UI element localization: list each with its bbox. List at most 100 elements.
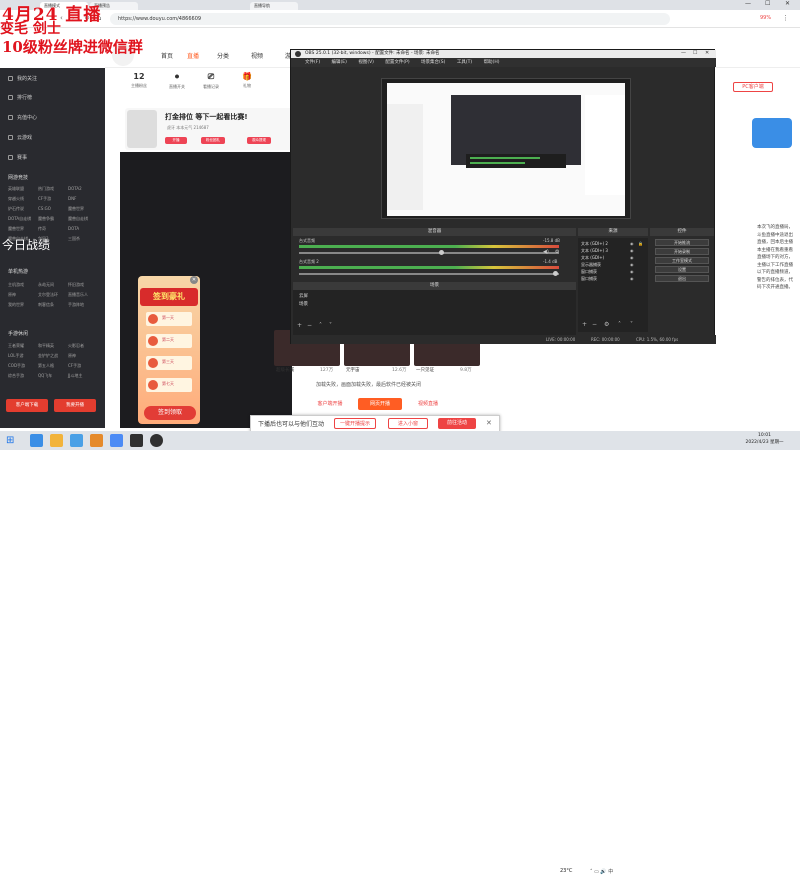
sidebar-category-link[interactable]: 传奇	[38, 226, 68, 232]
windows-start-icon[interactable]: ⊞	[6, 435, 14, 446]
nav-live[interactable]: 直播	[187, 51, 199, 60]
menu-view[interactable]: 视图(V)	[358, 60, 374, 65]
profile-percent[interactable]: 99%	[760, 15, 771, 21]
source-item[interactable]: 显示器捕获	[581, 262, 601, 268]
lock-icon[interactable]: 🔒	[638, 241, 643, 246]
taskbar-clock[interactable]: 10:01 2022/4/23 星期一	[742, 432, 787, 446]
sidebar-category-link[interactable]: QQ飞车	[38, 373, 68, 379]
nav-video[interactable]: 视频	[251, 51, 263, 60]
sidebar-category-link[interactable]: 主机游戏	[8, 282, 38, 288]
sidebar-category-link[interactable]: 第五人格	[38, 363, 68, 369]
reward-day[interactable]: 第七天	[146, 378, 192, 392]
sidebar-category-link[interactable]: 我的世界	[8, 302, 38, 308]
folder-icon[interactable]	[50, 434, 63, 447]
gear-icon[interactable]: ⚙	[555, 249, 559, 255]
add-icon[interactable]: +	[582, 321, 587, 328]
sidebar-category-link[interactable]: LOL手游	[8, 353, 38, 359]
sidebar-category-link[interactable]: 火影忍者	[68, 343, 98, 349]
sidebar-category-link[interactable]: 三国杀	[68, 236, 98, 242]
reward-day[interactable]: 第三天	[146, 356, 192, 370]
app-icon[interactable]	[70, 434, 83, 447]
close-icon[interactable]: ✕	[705, 50, 709, 56]
remove-icon[interactable]: −	[307, 322, 312, 329]
start-recording-button[interactable]: 开始录制	[655, 248, 709, 255]
chrome-icon[interactable]	[110, 434, 123, 447]
menu-scene-collection[interactable]: 场景集合(S)	[421, 60, 445, 65]
nav-category[interactable]: 分类	[217, 51, 229, 60]
stat-live-toggle[interactable]: ⏺ 直播开关	[163, 72, 191, 90]
sidebar-category-link[interactable]: 金铲铲之战	[38, 353, 68, 359]
sidebar-item-cloudgame[interactable]: 云游戏	[8, 134, 32, 141]
promo-tag[interactable]: 粉丝团礼	[201, 137, 225, 144]
sidebar-category-link[interactable]: 原神	[68, 353, 98, 359]
maximize-icon[interactable]: ☐	[765, 0, 770, 7]
menu-file[interactable]: 文件(F)	[305, 60, 320, 65]
sidebar-category-link[interactable]: 和平精英	[38, 343, 68, 349]
source-item[interactable]: 文本 (GDI+) 2	[581, 241, 608, 247]
speaker-icon[interactable]: ◀)	[543, 249, 549, 255]
studio-mode-button[interactable]: 工作室模式	[655, 257, 709, 264]
start-streaming-button[interactable]: 开始推流	[655, 239, 709, 246]
volume-slider-knob[interactable]	[553, 271, 558, 276]
sidebar-category-link[interactable]: 怀旧游戏	[68, 282, 98, 288]
menu-icon[interactable]: ⋮	[782, 14, 789, 22]
volume-slider[interactable]	[299, 273, 559, 275]
menu-edit[interactable]: 编辑(E)	[332, 60, 347, 65]
menu-profile[interactable]: 配置文件(P)	[385, 60, 409, 65]
video-live-link[interactable]: 视频直播	[408, 398, 448, 410]
sidebar-category-link[interactable]: 英雄联盟	[8, 186, 38, 192]
sidebar-category-link[interactable]: COD手游	[8, 363, 38, 369]
promo-tag[interactable]: 观众提现	[247, 137, 271, 144]
settings-button[interactable]: 设置	[655, 266, 709, 273]
sidebar-category-link[interactable]: 魔兽世界	[8, 226, 38, 232]
up-icon[interactable]: ˄	[319, 322, 322, 329]
promo-card[interactable]: 打金排位 等下一起看比赛! 虎牙 本本元气 214687 开播 粉丝团礼 观众提…	[125, 108, 295, 150]
banner-miniwindow-button[interactable]: 进入小窗	[388, 418, 428, 429]
pc-client-button[interactable]: PC客户端	[733, 82, 773, 92]
client-open-link[interactable]: 客户端开播	[310, 398, 350, 410]
volume-slider[interactable]	[299, 252, 559, 254]
minimize-icon[interactable]: —	[681, 50, 686, 56]
app-icon[interactable]	[90, 434, 103, 447]
weather-temp[interactable]: 23°C	[560, 868, 572, 874]
reward-day[interactable]: 第一天	[146, 312, 192, 326]
sidebar-category-link[interactable]: 魔兽自走棋	[68, 216, 98, 222]
stat-fans[interactable]: 12 主播粉丝	[125, 72, 153, 89]
sidebar-category-link[interactable]: DOTA自走棋	[8, 216, 38, 222]
scene-item[interactable]: 场景	[299, 301, 308, 307]
stat-history[interactable]: ⎚ 看播记录	[197, 72, 225, 90]
scene-item[interactable]: 云屏	[299, 293, 308, 299]
sidebar-category-link[interactable]: 手游阵地	[68, 302, 98, 308]
sidebar-item-recharge[interactable]: 充值中心	[8, 114, 37, 121]
sidebar-item-match[interactable]: 赛事	[8, 154, 27, 161]
client-download-button[interactable]: 客户端下载	[6, 399, 48, 412]
sidebar-category-link[interactable]: 魔兽世界	[68, 206, 98, 212]
sidebar-category-link[interactable]: CF手游	[68, 363, 98, 369]
event-banner-image[interactable]	[752, 118, 792, 148]
sidebar-category-link[interactable]: DNF	[68, 196, 98, 201]
up-icon[interactable]: ˄	[618, 321, 621, 328]
eye-icon[interactable]: ◉	[630, 269, 634, 274]
menu-tools[interactable]: 工具(T)	[457, 60, 472, 65]
web-start-button[interactable]: 网页开播	[358, 398, 402, 410]
sidebar-category-link[interactable]: CS:GO	[38, 206, 68, 211]
sidebar-category-link[interactable]: 穿越火线	[8, 196, 38, 202]
sidebar-item-follow[interactable]: 我的关注	[8, 75, 37, 82]
menu-help[interactable]: 帮助(H)	[484, 60, 500, 65]
sidebar-category-link[interactable]: 直播音乐人	[68, 292, 98, 298]
remove-icon[interactable]: −	[592, 321, 597, 328]
sidebar-category-link[interactable]: DOTA2	[68, 186, 98, 191]
nav-home[interactable]: 首页	[161, 51, 173, 60]
start-live-button[interactable]: 我要开播	[54, 399, 96, 412]
sidebar-category-link[interactable]: 刺客信条	[38, 302, 68, 308]
eye-icon[interactable]: ◉	[630, 276, 634, 281]
sidebar-category-link[interactable]: 综合手游	[8, 373, 38, 379]
eye-icon[interactable]: ◉	[630, 241, 634, 246]
source-item[interactable]: 窗口捕获	[581, 276, 597, 282]
url-field[interactable]: https://www.douyu.com/4866609	[110, 13, 670, 25]
exit-button[interactable]: 退出	[655, 275, 709, 282]
stat-gift[interactable]: 🎁 礼物	[233, 72, 261, 89]
sidebar-category-link[interactable]: 热门游戏	[38, 186, 68, 192]
banner-activity-button[interactable]: 前往活动	[438, 418, 476, 429]
volume-slider-knob[interactable]	[439, 250, 444, 255]
